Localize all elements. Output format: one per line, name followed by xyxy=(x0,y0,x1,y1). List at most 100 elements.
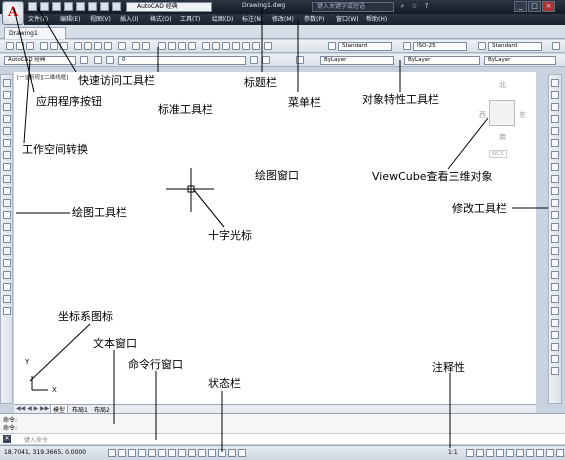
open-icon[interactable] xyxy=(16,42,24,50)
add-selected-icon[interactable] xyxy=(3,307,11,315)
table-icon[interactable] xyxy=(3,283,11,291)
erase-icon[interactable] xyxy=(551,79,559,87)
viewcube-north[interactable]: 北 xyxy=(499,80,506,90)
auto-scale-icon[interactable] xyxy=(506,449,514,457)
save-icon[interactable] xyxy=(26,42,34,50)
plot-icon[interactable] xyxy=(76,2,85,11)
redo-icon[interactable] xyxy=(142,42,150,50)
blend-icon[interactable] xyxy=(551,271,559,279)
line-icon[interactable] xyxy=(3,79,11,87)
move-icon[interactable] xyxy=(551,139,559,147)
workspace-dropdown[interactable]: AutoCAD 经典 xyxy=(126,2,212,12)
menu-tools[interactable]: 工具(T) xyxy=(180,15,200,24)
command-input-row[interactable]: ✕ 键入命令 xyxy=(0,433,565,444)
redo-icon[interactable] xyxy=(100,2,109,11)
arc-icon[interactable] xyxy=(3,139,11,147)
chamfer-icon[interactable] xyxy=(551,247,559,255)
open-icon[interactable] xyxy=(40,2,49,11)
viewcube[interactable]: 北 西 东 南 WCS xyxy=(479,80,527,160)
workspace-switch-icon[interactable] xyxy=(516,449,524,457)
close-button[interactable]: × xyxy=(542,1,555,12)
construction-line-icon[interactable] xyxy=(3,91,11,99)
circle-icon[interactable] xyxy=(3,151,11,159)
hatch-icon[interactable] xyxy=(3,247,11,255)
fillet-icon[interactable] xyxy=(551,259,559,267)
help-icon[interactable] xyxy=(264,42,272,50)
menu-modify[interactable]: 修改(M) xyxy=(272,15,294,24)
clean-screen-icon[interactable] xyxy=(556,449,564,457)
mtext-icon[interactable] xyxy=(3,295,11,303)
menu-help[interactable]: 帮助(H) xyxy=(366,15,387,24)
hardware-accel-icon[interactable] xyxy=(536,449,544,457)
extend-icon[interactable] xyxy=(551,199,559,207)
calculator-icon[interactable] xyxy=(252,42,260,50)
gradient-icon[interactable] xyxy=(3,259,11,267)
layer-state-icon[interactable] xyxy=(106,56,114,64)
zoom-window-icon[interactable] xyxy=(178,42,186,50)
join-icon[interactable] xyxy=(551,235,559,243)
menu-window[interactable]: 窗口(W) xyxy=(336,15,359,24)
stretch-icon[interactable] xyxy=(551,175,559,183)
undo-icon[interactable] xyxy=(88,2,97,11)
undo-icon[interactable] xyxy=(132,42,140,50)
color-select[interactable]: ByLayer xyxy=(320,56,394,65)
plot-icon[interactable] xyxy=(40,42,48,50)
am-icon[interactable] xyxy=(238,449,246,457)
search-icon[interactable]: ⌕ xyxy=(398,2,407,11)
ortho-icon[interactable] xyxy=(128,449,136,457)
copy-icon[interactable] xyxy=(551,91,559,99)
coordinates-readout[interactable]: 18.7041, 319.3665, 0.0000 xyxy=(4,449,86,456)
pan-icon[interactable] xyxy=(158,42,166,50)
tpy-icon[interactable] xyxy=(208,449,216,457)
layer-previous-icon[interactable] xyxy=(262,56,270,64)
make-block-icon[interactable] xyxy=(3,223,11,231)
offset-icon[interactable] xyxy=(551,115,559,123)
properties-palette-icon[interactable] xyxy=(551,343,559,351)
menu-edit[interactable]: 编辑(E) xyxy=(60,15,80,24)
insert-block-icon[interactable] xyxy=(3,211,11,219)
publish-icon[interactable] xyxy=(60,42,68,50)
cut-icon[interactable] xyxy=(74,42,82,50)
break-at-point-icon[interactable] xyxy=(551,211,559,219)
array-icon[interactable] xyxy=(551,127,559,135)
trim-icon[interactable] xyxy=(551,187,559,195)
isolate-objects-icon[interactable] xyxy=(546,449,554,457)
snap-icon[interactable] xyxy=(108,449,116,457)
select-similar-icon[interactable] xyxy=(551,331,559,339)
matchprop-icon[interactable] xyxy=(104,42,112,50)
zoom-realtime-icon[interactable] xyxy=(168,42,176,50)
blockeditor-icon[interactable] xyxy=(118,42,126,50)
osnap-icon[interactable] xyxy=(148,449,156,457)
lineweight-select[interactable]: ByLayer xyxy=(484,56,556,65)
make-current-layer-icon[interactable] xyxy=(250,56,258,64)
customize-quick-access-icon[interactable] xyxy=(112,2,121,11)
drawing-window[interactable] xyxy=(14,72,536,404)
explode-icon[interactable] xyxy=(551,283,559,291)
grid-icon[interactable] xyxy=(118,449,126,457)
layer-select[interactable]: 0 xyxy=(118,56,246,65)
paste-icon[interactable] xyxy=(94,42,102,50)
lwt-icon[interactable] xyxy=(198,449,206,457)
menu-view[interactable]: 视图(V) xyxy=(90,15,111,24)
menu-insert[interactable]: 插入(I) xyxy=(120,15,138,24)
document-tab[interactable]: Drawing1 xyxy=(4,27,66,39)
menu-format[interactable]: 格式(O) xyxy=(150,15,171,24)
menu-dimension[interactable]: 标注(N) xyxy=(242,15,263,24)
application-button[interactable]: A xyxy=(2,1,24,25)
toolbar-lock-icon[interactable] xyxy=(526,449,534,457)
save-icon[interactable] xyxy=(52,2,61,11)
command-input[interactable]: 键入命令 xyxy=(24,435,48,444)
annotation-visibility-icon[interactable] xyxy=(496,449,504,457)
markup-icon[interactable] xyxy=(242,42,250,50)
polygon-icon[interactable] xyxy=(3,115,11,123)
workspace-select[interactable]: AutoCAD 经典 xyxy=(4,56,76,65)
zoom-previous-icon[interactable] xyxy=(188,42,196,50)
scale-icon[interactable] xyxy=(551,163,559,171)
point-icon[interactable] xyxy=(3,235,11,243)
annotation-scale[interactable]: 1:1 xyxy=(448,449,458,456)
designcenter-icon[interactable] xyxy=(212,42,220,50)
group-icon[interactable] xyxy=(551,307,559,315)
viewcube-west[interactable]: 西 xyxy=(479,110,486,120)
viewcube-east[interactable]: 东 xyxy=(519,110,526,120)
draworder-icon[interactable] xyxy=(551,295,559,303)
